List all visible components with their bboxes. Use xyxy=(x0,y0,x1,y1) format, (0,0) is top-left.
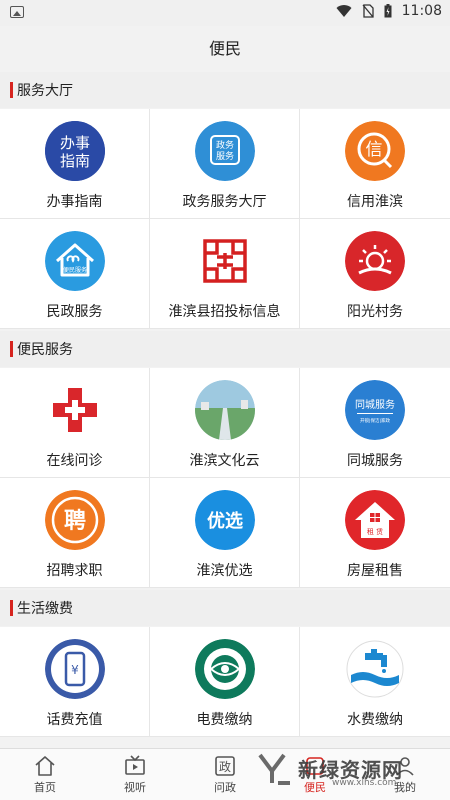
grid-item-label: 信用淮滨 xyxy=(347,194,403,210)
grid-item-label: 水费缴纳 xyxy=(347,712,403,728)
svg-text:开锁|保洁|家政: 开锁|保洁|家政 xyxy=(360,417,391,424)
civil-affairs-icon: 便民服务 xyxy=(44,231,105,291)
tab-label: 问政 xyxy=(214,781,236,794)
section-header-service-hall: 服务大厅 xyxy=(0,72,450,108)
grid-item-label: 阳光村务 xyxy=(347,304,403,320)
tab-label: 便民 xyxy=(304,781,326,794)
grid-item-civil-affairs[interactable]: 便民服务 民政服务 xyxy=(0,219,150,329)
grid-item-gov-service-hall[interactable]: 政务 服务 政务服务大厅 xyxy=(150,109,300,219)
grid-item-label: 淮滨优选 xyxy=(196,563,253,579)
bidding-icon xyxy=(194,231,255,291)
section-title: 便民服务 xyxy=(17,342,73,358)
svg-text:办事: 办事 xyxy=(59,134,89,152)
battery-icon xyxy=(384,4,392,18)
grid-item-culture-cloud[interactable]: 淮滨文化云 xyxy=(150,368,300,478)
svg-text:聘: 聘 xyxy=(63,509,85,534)
medical-cross-icon xyxy=(44,380,105,440)
grid-item-label: 话费充值 xyxy=(46,712,103,728)
grid-item-label: 民政服务 xyxy=(46,304,103,320)
section-accent-bar xyxy=(10,341,13,357)
section-header-life-payment: 生活缴费 xyxy=(0,590,450,626)
svg-text:租 赁: 租 赁 xyxy=(367,527,383,536)
svg-text:信: 信 xyxy=(366,140,383,160)
svg-text:政务: 政务 xyxy=(215,139,233,151)
gov-service-icon: 政务 服务 xyxy=(194,121,255,181)
grid-item-sunshine-village[interactable]: 阳光村务 xyxy=(300,219,450,329)
grid-item-label: 淮滨县招投标信息 xyxy=(168,304,281,320)
section-title: 服务大厅 xyxy=(17,83,73,99)
grid-item-online-consult[interactable]: 在线问诊 xyxy=(0,368,150,478)
home-icon xyxy=(35,756,55,776)
electricity-icon xyxy=(194,639,255,699)
life-payment-grid: ¥ 话费充值 电费缴纳 水费缴纳 xyxy=(0,627,450,737)
grid-item-label: 淮滨文化云 xyxy=(189,453,260,469)
phone-recharge-icon: ¥ xyxy=(44,639,105,699)
section-title: 生活缴费 xyxy=(17,601,73,617)
svg-text:指南: 指南 xyxy=(59,152,89,170)
grid-item-recruitment[interactable]: 聘 招聘求职 xyxy=(0,478,150,588)
no-sim-icon xyxy=(362,4,374,18)
grid-item-label: 在线问诊 xyxy=(46,453,103,469)
credit-icon: 信 xyxy=(345,121,405,181)
grid-item-label: 办事指南 xyxy=(46,194,103,210)
culture-cloud-icon xyxy=(194,380,255,440)
guide-icon: 办事 指南 xyxy=(44,121,105,181)
section-accent-bar xyxy=(10,82,13,98)
grid-item-label: 电费缴纳 xyxy=(196,712,253,728)
grid-item-credit[interactable]: 信 信用淮滨 xyxy=(300,109,450,219)
grid-item-label: 招聘求职 xyxy=(46,563,103,579)
image-notification-icon xyxy=(10,6,24,18)
convenience-grid: 在线问诊 淮滨文化云 同城服务 开锁|保洁|家政 同城服务 聘 招聘求职 优选 淮… xyxy=(0,368,450,588)
grid-item-house-rent[interactable]: 租 赁 房屋租售 xyxy=(300,478,450,588)
svg-text:便民服务: 便民服务 xyxy=(62,266,86,274)
service-icon xyxy=(306,757,324,775)
profile-icon xyxy=(396,757,414,776)
tab-audiovisual[interactable]: 视听 xyxy=(90,749,180,800)
svg-text:服务: 服务 xyxy=(215,150,233,162)
grid-item-preferred[interactable]: 优选 淮滨优选 xyxy=(150,478,300,588)
section-header-convenience: 便民服务 xyxy=(0,331,450,367)
tab-label: 首页 xyxy=(34,781,56,794)
page-title: 便民 xyxy=(0,26,450,72)
grid-item-phone-recharge[interactable]: ¥ 话费充值 xyxy=(0,627,150,737)
tv-icon xyxy=(125,755,145,775)
grid-item-local-service[interactable]: 同城服务 开锁|保洁|家政 同城服务 xyxy=(300,368,450,478)
section-accent-bar xyxy=(10,600,13,616)
politics-icon: 政 xyxy=(215,756,235,776)
bottom-navigation: 首页 视听 政 问政 便民 我的 xyxy=(0,748,450,800)
grid-item-guide[interactable]: 办事 指南 办事指南 xyxy=(0,109,150,219)
grid-item-bidding[interactable]: 淮滨县招投标信息 xyxy=(150,219,300,329)
grid-item-label: 政务服务大厅 xyxy=(182,194,267,210)
house-rent-icon: 租 赁 xyxy=(345,490,405,550)
grid-item-electricity[interactable]: 电费缴纳 xyxy=(150,627,300,737)
tab-politics[interactable]: 政 问政 xyxy=(180,749,270,800)
grid-item-water[interactable]: 水费缴纳 xyxy=(300,627,450,737)
tab-label: 我的 xyxy=(394,781,416,794)
clock: 11:08 xyxy=(401,3,442,19)
grid-item-label: 房屋租售 xyxy=(347,563,403,579)
tab-profile[interactable]: 我的 xyxy=(360,749,450,800)
wifi-icon xyxy=(336,5,352,18)
sunshine-village-icon xyxy=(345,231,405,291)
local-service-icon: 同城服务开锁|保洁|家政 xyxy=(345,380,405,440)
status-bar: 11:08 xyxy=(0,0,450,26)
svg-text:政: 政 xyxy=(219,760,231,774)
tab-home[interactable]: 首页 xyxy=(0,749,90,800)
svg-text:¥: ¥ xyxy=(71,663,79,677)
grid-item-label: 同城服务 xyxy=(347,453,403,469)
svg-text:优选: 优选 xyxy=(207,510,243,532)
service-hall-grid: 办事指南 办事指南 政务服务 政务服务大厅 信 信用淮滨 便民服务 民政服务 xyxy=(0,109,450,329)
tab-label: 视听 xyxy=(124,781,146,794)
water-icon xyxy=(345,639,405,699)
tab-service[interactable]: 便民 xyxy=(270,749,360,800)
preferred-icon: 优选 xyxy=(194,490,255,550)
svg-text:同城服务: 同城服务 xyxy=(355,398,395,411)
recruit-icon: 聘 xyxy=(44,490,105,550)
